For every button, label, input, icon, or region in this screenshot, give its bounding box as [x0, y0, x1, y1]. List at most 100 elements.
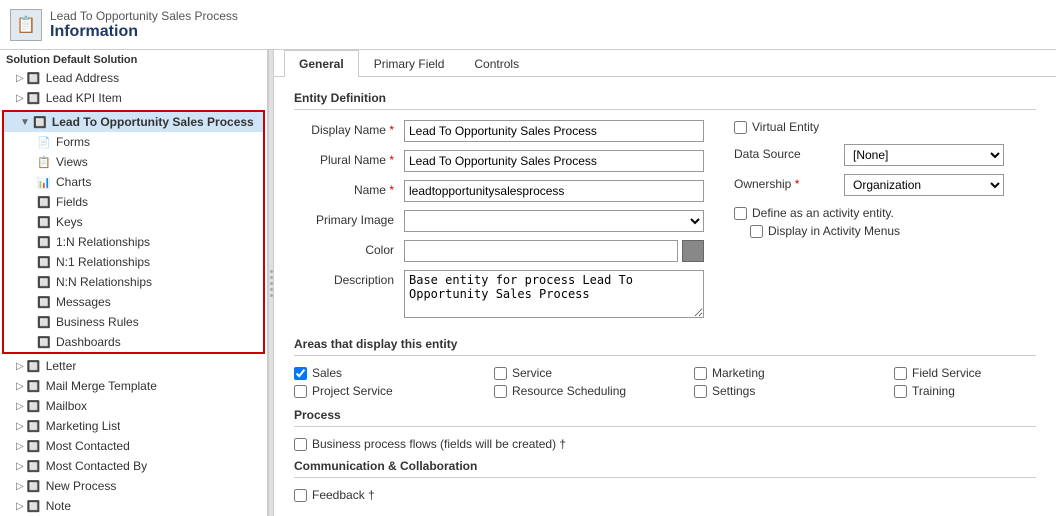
feedback-checkbox[interactable]: [294, 489, 307, 502]
forms-icon: 📄: [36, 134, 52, 150]
item-icon: 🔲: [26, 498, 42, 514]
display-activity-checkbox[interactable]: [750, 225, 763, 238]
sidebar-item-n1-relationships[interactable]: 🔲 N:1 Relationships: [4, 252, 263, 272]
comm-title: Communication & Collaboration: [294, 459, 1036, 478]
sidebar-item-new-process[interactable]: ▷ 🔲 New Process: [0, 476, 267, 496]
sidebar-item-mail-merge[interactable]: ▷ 🔲 Mail Merge Template: [0, 376, 267, 396]
sidebar-item-views[interactable]: 📋 Views: [4, 152, 263, 172]
expand-icon[interactable]: ▷: [16, 381, 24, 392]
app-header: 📋 Lead To Opportunity Sales Process Info…: [0, 0, 1056, 50]
area-service-label: Service: [512, 366, 552, 380]
item-icon: 🔲: [26, 90, 42, 106]
sidebar-item-label: Fields: [56, 195, 88, 209]
area-field-service-checkbox[interactable]: [894, 367, 907, 380]
area-service: Service: [494, 366, 674, 380]
area-service-checkbox[interactable]: [494, 367, 507, 380]
sidebar-item-nn-relationships[interactable]: 🔲 N:N Relationships: [4, 272, 263, 292]
plural-name-input-wrapper: [404, 150, 704, 172]
splitter-handle: [270, 270, 273, 297]
area-marketing-checkbox[interactable]: [694, 367, 707, 380]
expand-icon[interactable]: ▷: [16, 501, 24, 512]
item-icon: 🔲: [26, 378, 42, 394]
sidebar-item-dashboards[interactable]: 🔲 Dashboards: [4, 332, 263, 352]
sidebar-item-label: Mailbox: [46, 399, 87, 413]
sidebar-item-lead-opportunity[interactable]: ▼ 🔲 Lead To Opportunity Sales Process: [4, 112, 263, 132]
name-row: Name *: [294, 180, 714, 202]
expand-icon[interactable]: ▷: [16, 401, 24, 412]
description-input-wrapper: Base entity for process Lead To Opportun…: [404, 270, 704, 321]
sidebar-item-messages[interactable]: 🔲 Messages: [4, 292, 263, 312]
sidebar-item-note[interactable]: ▷ 🔲 Note: [0, 496, 267, 516]
ownership-label: Ownership *: [734, 174, 844, 191]
sidebar-item-label: Dashboards: [56, 335, 121, 349]
area-training-label: Training: [912, 384, 955, 398]
sidebar-item-forms[interactable]: 📄 Forms: [4, 132, 263, 152]
area-training: Training: [894, 384, 1056, 398]
expand-icon[interactable]: ▷: [16, 421, 24, 432]
tab-controls[interactable]: Controls: [459, 50, 534, 77]
sidebar-item-1n-relationships[interactable]: 🔲 1:N Relationships: [4, 232, 263, 252]
expand-icon[interactable]: ▷: [16, 441, 24, 452]
business-process-checkbox[interactable]: [294, 438, 307, 451]
area-sales-checkbox[interactable]: [294, 367, 307, 380]
sidebar-item-keys[interactable]: 🔲 Keys: [4, 212, 263, 232]
sidebar-item-label: Most Contacted By: [46, 459, 147, 473]
sidebar-item-lead-kpi[interactable]: ▷ 🔲 Lead KPI Item: [0, 88, 267, 108]
sidebar-item-mailbox[interactable]: ▷ 🔲 Mailbox: [0, 396, 267, 416]
area-marketing: Marketing: [694, 366, 874, 380]
item-icon: 🔲: [32, 114, 48, 130]
sidebar-item-letter[interactable]: ▷ 🔲 Letter: [0, 356, 267, 376]
sidebar-item-label: Lead KPI Item: [46, 91, 122, 105]
sidebar-item-label: Messages: [56, 295, 111, 309]
sidebar-item-label: Lead Address: [46, 71, 119, 85]
area-project-service-checkbox[interactable]: [294, 385, 307, 398]
expand-icon[interactable]: ▷: [16, 361, 24, 372]
feedback-label: Feedback †: [312, 488, 375, 502]
sidebar-item-charts[interactable]: 📊 Charts: [4, 172, 263, 192]
description-textarea[interactable]: Base entity for process Lead To Opportun…: [404, 270, 704, 318]
virtual-entity-checkbox[interactable]: [734, 121, 747, 134]
area-training-checkbox[interactable]: [894, 385, 907, 398]
expand-icon[interactable]: ▷: [16, 73, 24, 84]
sidebar-item-label: Most Contacted: [46, 439, 130, 453]
tab-primary-field[interactable]: Primary Field: [359, 50, 460, 77]
primary-image-label: Primary Image: [294, 210, 404, 227]
area-settings-checkbox[interactable]: [694, 385, 707, 398]
sidebar-item-label: Views: [56, 155, 88, 169]
views-icon: 📋: [36, 154, 52, 170]
sidebar-item-label: Forms: [56, 135, 90, 149]
expand-icon[interactable]: ▼: [20, 117, 30, 128]
description-row: Description Base entity for process Lead…: [294, 270, 714, 321]
sidebar-item-marketing-list[interactable]: ▷ 🔲 Marketing List: [0, 416, 267, 436]
entity-definition-title: Entity Definition: [294, 91, 1036, 110]
primary-image-row: Primary Image: [294, 210, 714, 232]
sidebar-item-label: Note: [46, 499, 71, 513]
sidebar-item-fields[interactable]: 🔲 Fields: [4, 192, 263, 212]
define-activity-checkbox[interactable]: [734, 207, 747, 220]
main-layout: Solution Default Solution ▷ 🔲 Lead Addre…: [0, 50, 1056, 516]
dashboards-icon: 🔲: [36, 334, 52, 350]
form-two-col: Display Name * Plural Name *: [294, 120, 1036, 329]
fields-icon: 🔲: [36, 194, 52, 210]
data-source-input-wrapper: [None]: [844, 144, 1036, 166]
color-text-input[interactable]: [404, 240, 678, 262]
sidebar-item-most-contacted[interactable]: ▷ 🔲 Most Contacted: [0, 436, 267, 456]
sidebar-item-business-rules[interactable]: 🔲 Business Rules: [4, 312, 263, 332]
data-source-select[interactable]: [None]: [844, 144, 1004, 166]
expand-icon[interactable]: ▷: [16, 481, 24, 492]
color-label: Color: [294, 240, 404, 257]
display-name-input[interactable]: [404, 120, 704, 142]
ownership-select[interactable]: Organization: [844, 174, 1004, 196]
expand-icon[interactable]: ▷: [16, 461, 24, 472]
tab-general[interactable]: General: [284, 50, 359, 77]
plural-name-input[interactable]: [404, 150, 704, 172]
color-swatch[interactable]: [682, 240, 704, 262]
expand-icon[interactable]: ▷: [16, 93, 24, 104]
sidebar-item-label: Letter: [46, 359, 77, 373]
name-input[interactable]: [404, 180, 704, 202]
area-field-service: Field Service: [894, 366, 1056, 380]
sidebar-item-lead-address[interactable]: ▷ 🔲 Lead Address: [0, 68, 267, 88]
sidebar-item-most-contacted-by[interactable]: ▷ 🔲 Most Contacted By: [0, 456, 267, 476]
primary-image-select[interactable]: [404, 210, 704, 232]
area-resource-scheduling-checkbox[interactable]: [494, 385, 507, 398]
